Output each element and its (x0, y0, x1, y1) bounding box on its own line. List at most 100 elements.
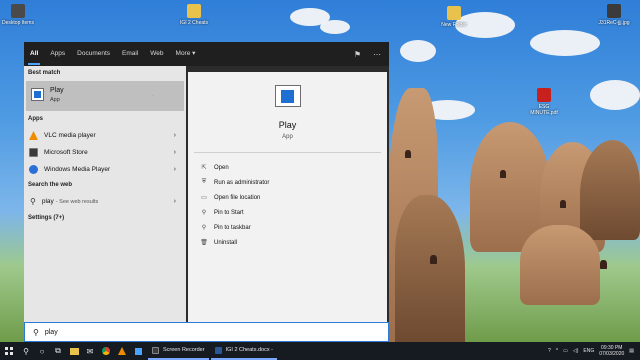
vlc-icon[interactable] (114, 342, 130, 360)
preview-title: Play (278, 120, 297, 130)
cloud (320, 20, 350, 34)
list-item-microsoft-store[interactable]: Microsoft Store › (26, 144, 184, 161)
desktop-icon[interactable]: IGI 2 Cheats (176, 4, 212, 26)
preview-panel: Play App ⇱ Open ⛨ Run as administrator ▭… (188, 72, 387, 342)
rock-formation (520, 225, 600, 305)
section-heading-web: Search the web (28, 182, 73, 188)
help-icon[interactable]: ? (548, 348, 551, 354)
desktop-icon-label: Desktop Items (2, 20, 34, 26)
cloud (530, 30, 600, 56)
chevron-right-icon[interactable]: › (174, 149, 176, 156)
dot-icon: · (152, 93, 154, 99)
list-item-vlc[interactable]: VLC media player › (26, 127, 184, 144)
tab-all[interactable]: All (24, 42, 44, 66)
store-icon[interactable] (130, 342, 146, 360)
folder-icon (447, 6, 461, 20)
start-menu: All Apps Documents Email Web More ▾ ⚑ ⋯ … (24, 42, 389, 342)
list-item-label: Microsoft Store (44, 149, 88, 156)
tab-documents[interactable]: Documents (71, 42, 116, 66)
section-heading-apps: Apps (28, 116, 43, 122)
action-open-file-location[interactable]: ▭ Open file location (200, 194, 261, 202)
search-input[interactable]: play (45, 329, 58, 336)
action-label: Open file location (214, 194, 261, 201)
taskbar-app-label: IGI 2 Cheats.docx - (225, 347, 273, 353)
taskbar: ⚲ ○ ⧉ ✉ Screen Recorder IGI 2 Cheats.doc… (0, 342, 640, 360)
image-file-icon (607, 4, 621, 18)
desktop-icon-label: IGI 2 Cheats (179, 20, 209, 26)
best-match-item[interactable]: Play App · (26, 81, 184, 111)
chevron-right-icon[interactable]: › (174, 132, 176, 139)
chevron-up-icon[interactable]: ^ (556, 348, 558, 354)
media-player-icon (29, 165, 38, 174)
pin-icon: ⚲ (201, 210, 207, 216)
action-pin-to-taskbar[interactable]: ⚲ Pin to taskbar (200, 224, 251, 232)
taskbar-app-word[interactable]: IGI 2 Cheats.docx - (210, 342, 277, 360)
word-icon (214, 346, 222, 354)
chevron-right-icon[interactable]: › (174, 166, 176, 173)
folder-icon (187, 4, 201, 18)
play-app-icon (275, 85, 301, 107)
chevron-right-icon[interactable]: › (174, 198, 176, 205)
cave-opening (430, 255, 437, 264)
web-suffix: - See web results (55, 198, 99, 205)
vlc-icon (29, 131, 38, 140)
volume-icon[interactable]: ◁) (573, 348, 579, 354)
shield-icon: ⛨ (201, 179, 207, 185)
task-view-icon[interactable]: ⧉ (50, 342, 66, 360)
list-item-label: VLC media player (44, 132, 96, 139)
chrome-icon[interactable] (98, 342, 114, 360)
desktop-icon[interactable]: Desktop Items (0, 4, 36, 26)
cortana-icon[interactable]: ○ (34, 342, 50, 360)
desktop-items-icon (11, 4, 25, 18)
folder-icon: ▭ (201, 195, 207, 201)
web-query: play (41, 198, 54, 205)
action-run-as-admin[interactable]: ⛨ Run as administrator (200, 179, 270, 186)
section-heading-settings[interactable]: Settings (7+) (28, 215, 64, 221)
list-item-web-search[interactable]: ⚲ play - See web results › (26, 193, 184, 210)
tab-more[interactable]: More ▾ (170, 42, 202, 66)
mail-icon[interactable]: ✉ (82, 342, 98, 360)
action-label: Pin to Start (214, 209, 244, 216)
cloud (400, 40, 436, 62)
desktop-icon[interactable]: ESG MINUTE.pdf (526, 88, 562, 116)
cave-opening (500, 170, 506, 178)
action-pin-to-start[interactable]: ⚲ Pin to Start (200, 209, 244, 217)
store-icon (29, 148, 38, 157)
search-icon[interactable]: ⚲ (18, 342, 34, 360)
notifications-icon[interactable]: ▤ (629, 348, 634, 354)
cloud (590, 80, 640, 110)
language-indicator[interactable]: ENG (583, 348, 594, 354)
windows-start-icon[interactable] (0, 342, 18, 360)
tab-email[interactable]: Email (116, 42, 144, 66)
clock[interactable]: 09:30 PM 07/03/2020 (599, 345, 624, 357)
tab-web[interactable]: Web (144, 42, 169, 66)
search-filter-bar: All Apps Documents Email Web More ▾ ⚑ ⋯ (24, 42, 389, 66)
cave-opening (405, 150, 411, 158)
best-match-subtitle: App (50, 97, 60, 103)
action-label: Uninstall (214, 239, 238, 246)
desktop-icon[interactable]: New Folder (436, 6, 472, 28)
file-explorer-icon[interactable] (66, 342, 82, 360)
desktop-icon[interactable]: J31ReC-jjj.jpg (596, 4, 632, 26)
desktop-icon-label: New Folder (441, 22, 467, 28)
action-label: Open (214, 164, 229, 171)
action-open[interactable]: ⇱ Open (200, 164, 229, 172)
pin-taskbar-icon: ⚲ (201, 225, 207, 231)
tab-apps[interactable]: Apps (44, 42, 71, 66)
taskbar-app-screen-recorder[interactable]: Screen Recorder (148, 342, 209, 360)
network-icon[interactable]: ▭ (563, 348, 568, 354)
action-label: Run as administrator (214, 179, 270, 186)
play-app-icon (31, 88, 44, 101)
list-item-windows-media-player[interactable]: Windows Media Player › (26, 161, 184, 178)
action-uninstall[interactable]: 🗑 Uninstall (200, 239, 238, 247)
open-icon: ⇱ (201, 165, 207, 171)
search-icon: ⚲ (33, 327, 39, 337)
feedback-icon[interactable]: ⚑ (354, 50, 361, 59)
search-icon: ⚲ (30, 197, 36, 206)
taskbar-app-label: Screen Recorder (163, 347, 205, 353)
clock-date: 07/03/2020 (599, 351, 625, 357)
search-box[interactable]: ⚲ play (24, 322, 389, 342)
desktop-icon-label: ESG MINUTE.pdf (530, 104, 558, 116)
results-panel: Best match Play App · Apps VLC media pla… (24, 66, 186, 342)
more-options-icon[interactable]: ⋯ (373, 50, 381, 59)
